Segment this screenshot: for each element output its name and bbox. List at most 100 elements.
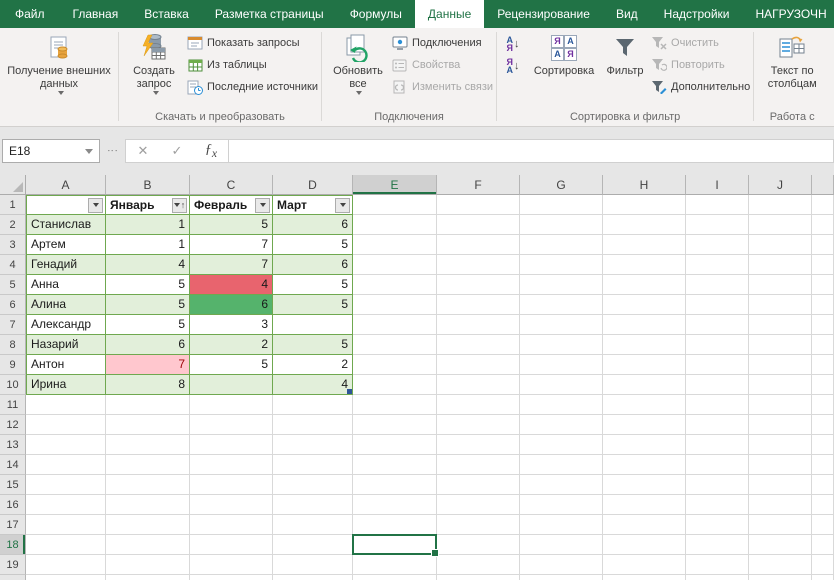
cell-A6[interactable]: Алина xyxy=(26,295,106,315)
cell-H8[interactable] xyxy=(603,335,686,355)
cell-C20[interactable] xyxy=(190,575,273,580)
cell-J20[interactable] xyxy=(749,575,812,580)
cell-C14[interactable] xyxy=(190,455,273,475)
cell-G3[interactable] xyxy=(520,235,603,255)
cell-H19[interactable] xyxy=(603,555,686,575)
sort-ascending-button[interactable]: АЯ↓ xyxy=(500,33,526,55)
cell-C16[interactable] xyxy=(190,495,273,515)
cell-B11[interactable] xyxy=(106,395,190,415)
cell-I10[interactable] xyxy=(686,375,749,395)
filter-button[interactable]: Фильтр xyxy=(600,29,650,81)
cell-I13[interactable] xyxy=(686,435,749,455)
cell-G17[interactable] xyxy=(520,515,603,535)
row-header-11[interactable]: 11 xyxy=(0,395,26,415)
cell-B8[interactable]: 6 xyxy=(106,335,190,355)
cell-C9[interactable]: 5 xyxy=(190,355,273,375)
cell-D7[interactable] xyxy=(273,315,353,335)
cell-B1[interactable]: Январь↑ xyxy=(106,195,190,215)
cell-A3[interactable]: Артем xyxy=(26,235,106,255)
cell-C6[interactable]: 6 xyxy=(190,295,273,315)
cell-F15[interactable] xyxy=(437,475,520,495)
cell-A15[interactable] xyxy=(26,475,106,495)
cell-A9[interactable]: Антон xyxy=(26,355,106,375)
cell-B18[interactable] xyxy=(106,535,190,555)
cell-J18[interactable] xyxy=(749,535,812,555)
cell-A13[interactable] xyxy=(26,435,106,455)
row-header-8[interactable]: 8 xyxy=(0,335,26,355)
tab-Файл[interactable]: Файл xyxy=(0,0,60,28)
cell-F10[interactable] xyxy=(437,375,520,395)
cell-B6[interactable]: 5 xyxy=(106,295,190,315)
column-header-I[interactable]: I xyxy=(686,175,749,195)
row-header-14[interactable]: 14 xyxy=(0,455,26,475)
cell-G14[interactable] xyxy=(520,455,603,475)
cell-H4[interactable] xyxy=(603,255,686,275)
cell-G18[interactable] xyxy=(520,535,603,555)
cell-B17[interactable] xyxy=(106,515,190,535)
cell-I16[interactable] xyxy=(686,495,749,515)
cell-H5[interactable] xyxy=(603,275,686,295)
cell-A19[interactable] xyxy=(26,555,106,575)
cell-F6[interactable] xyxy=(437,295,520,315)
cell-K17[interactable] xyxy=(812,515,834,535)
cell-H7[interactable] xyxy=(603,315,686,335)
cell-D12[interactable] xyxy=(273,415,353,435)
cell-C3[interactable]: 7 xyxy=(190,235,273,255)
cell-I5[interactable] xyxy=(686,275,749,295)
cell-J1[interactable] xyxy=(749,195,812,215)
sort-descending-button[interactable]: ЯА↓ xyxy=(500,55,526,77)
column-header-partial[interactable] xyxy=(812,175,834,195)
cell-K1[interactable] xyxy=(812,195,834,215)
cell-A20[interactable] xyxy=(26,575,106,580)
cell-G9[interactable] xyxy=(520,355,603,375)
cell-H13[interactable] xyxy=(603,435,686,455)
row-header-19[interactable]: 19 xyxy=(0,555,26,575)
row-header-17[interactable]: 17 xyxy=(0,515,26,535)
cell-E19[interactable] xyxy=(353,555,437,575)
cell-A18[interactable] xyxy=(26,535,106,555)
cell-F13[interactable] xyxy=(437,435,520,455)
tab-Надстройки[interactable]: Надстройки xyxy=(651,0,743,28)
cell-D16[interactable] xyxy=(273,495,353,515)
cell-K15[interactable] xyxy=(812,475,834,495)
cell-K16[interactable] xyxy=(812,495,834,515)
cell-C5[interactable]: 4 xyxy=(190,275,273,295)
cell-F20[interactable] xyxy=(437,575,520,580)
tab-Данные[interactable]: Данные xyxy=(415,0,484,28)
advanced-filter-button[interactable]: Дополнительно xyxy=(650,76,750,98)
cell-D1[interactable]: Март xyxy=(273,195,353,215)
row-header-6[interactable]: 6 xyxy=(0,295,26,315)
cell-D8[interactable]: 5 xyxy=(273,335,353,355)
cell-H12[interactable] xyxy=(603,415,686,435)
cell-I17[interactable] xyxy=(686,515,749,535)
cell-E9[interactable] xyxy=(353,355,437,375)
cell-G4[interactable] xyxy=(520,255,603,275)
cell-H3[interactable] xyxy=(603,235,686,255)
filter-dropdown-button[interactable] xyxy=(255,198,270,213)
cell-E17[interactable] xyxy=(353,515,437,535)
cell-E14[interactable] xyxy=(353,455,437,475)
cell-K9[interactable] xyxy=(812,355,834,375)
cell-F11[interactable] xyxy=(437,395,520,415)
cell-E12[interactable] xyxy=(353,415,437,435)
cell-A17[interactable] xyxy=(26,515,106,535)
cell-K18[interactable] xyxy=(812,535,834,555)
cell-E1[interactable] xyxy=(353,195,437,215)
cell-D11[interactable] xyxy=(273,395,353,415)
cell-I1[interactable] xyxy=(686,195,749,215)
filter-dropdown-button[interactable] xyxy=(88,198,103,213)
row-header-16[interactable]: 16 xyxy=(0,495,26,515)
filter-sorted-asc-button[interactable]: ↑ xyxy=(172,198,187,213)
cell-G12[interactable] xyxy=(520,415,603,435)
cell-E10[interactable] xyxy=(353,375,437,395)
cell-D10[interactable]: 4 xyxy=(273,375,353,395)
cell-D4[interactable]: 6 xyxy=(273,255,353,275)
cell-K10[interactable] xyxy=(812,375,834,395)
column-header-E[interactable]: E xyxy=(353,175,437,195)
cell-G15[interactable] xyxy=(520,475,603,495)
cell-G16[interactable] xyxy=(520,495,603,515)
cell-B16[interactable] xyxy=(106,495,190,515)
cell-E6[interactable] xyxy=(353,295,437,315)
cell-F18[interactable] xyxy=(437,535,520,555)
refresh-all-button[interactable]: Обновить все xyxy=(325,29,391,98)
